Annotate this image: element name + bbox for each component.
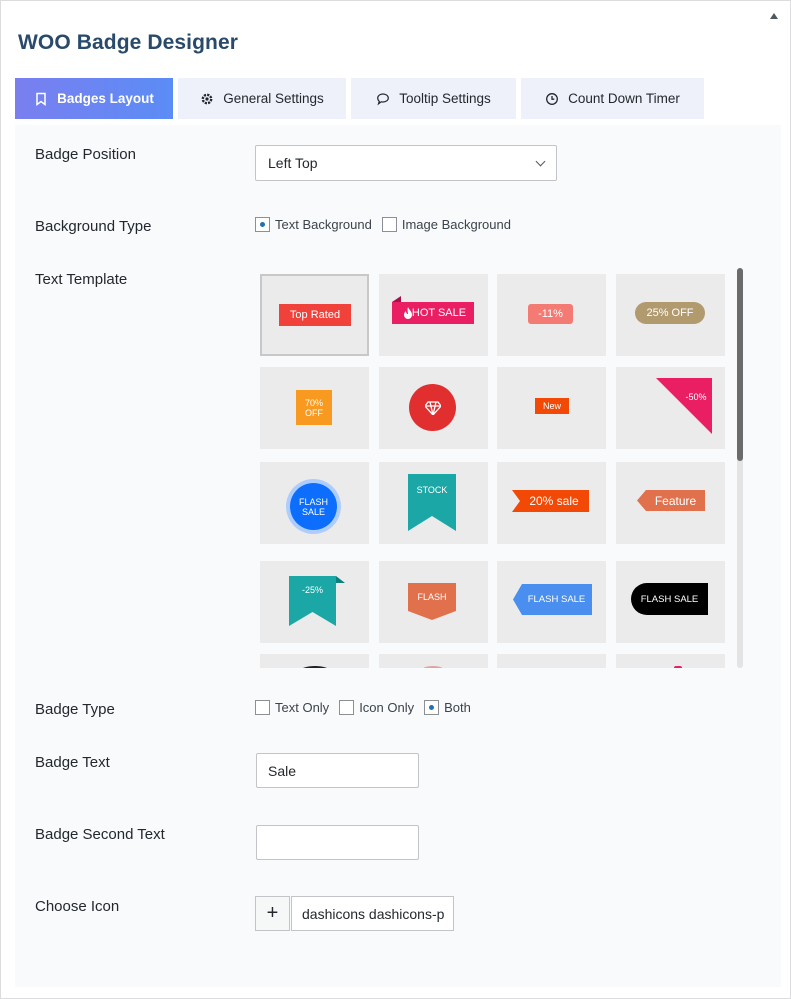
tab-tooltip-settings[interactable]: Tooltip Settings [351,78,516,119]
badge-preview: FLASH SALE [527,594,586,605]
tab-count-down-timer[interactable]: Count Down Timer [521,78,704,119]
image-background-option[interactable]: Image Background [381,217,511,232]
badge-text-input[interactable]: Sale [256,753,419,788]
badge-preview: -50% [685,392,707,402]
badge-preview: -11% [528,304,573,324]
badge-preview: 25% OFF [635,302,705,324]
template-tile-stock[interactable]: STOCK [379,462,488,544]
template-tile-partial[interactable] [616,654,725,668]
text-background-option[interactable]: Text Background [255,217,372,232]
option-label: Both [444,700,471,715]
badge-preview: 20% sale [529,494,579,508]
template-tile-flash-sale-tag[interactable]: FLASH SALE [497,561,606,643]
tab-badges-layout[interactable]: Badges Layout [15,78,173,119]
ribbon-bookmark-shape [408,474,456,531]
template-tile-partial[interactable] [497,654,606,668]
option-label: Icon Only [359,700,415,715]
text-background-checkbox[interactable] [255,217,270,232]
badge-preview: STOCK [416,485,448,495]
tab-label: Badges Layout [57,91,154,106]
both-option[interactable]: Both [424,700,471,715]
badge-position-value: Left Top [268,155,318,171]
badge-second-text-label: Badge Second Text [35,826,165,843]
chevron-down-icon [535,156,546,166]
flame-icon [404,307,412,319]
option-label: Text Background [275,217,372,232]
both-checkbox[interactable] [424,700,440,715]
option-label: Image Background [401,217,511,232]
template-tile-minus-25[interactable]: -25% [260,561,369,643]
template-tile-partial[interactable] [379,654,488,668]
badge-preview: FLASH SALE [631,583,708,615]
badge-preview: HOT SALE [392,302,474,324]
background-type-options: Text Background Image Background [255,217,521,232]
badge-preview-partial [674,666,682,668]
template-tile-partial[interactable] [260,654,369,668]
badge-preview: Feature [654,493,697,508]
speech-bubble-icon [377,92,390,105]
template-grid-scrollbar[interactable] [737,268,743,668]
badge-preview: Top Rated [279,304,351,326]
tab-label: Tooltip Settings [399,91,491,106]
badge-preview: 70% OFF [296,390,332,425]
corner-badge-shape [656,378,712,434]
template-tile-minus-50[interactable]: -50% [616,367,725,449]
badge-preview-partial [423,666,443,668]
badge-preview: New [535,398,569,414]
gear-icon [201,93,213,104]
template-grid: Top Rated HOT SALE -11% 25% OFF 70% OFF … [259,273,735,668]
option-label: Text Only [275,700,330,715]
tab-bar: Badges Layout General Settings Tooltip S… [15,78,704,119]
icon-only-option[interactable]: Icon Only [339,700,414,715]
choose-icon-label: Choose Icon [35,898,120,915]
template-tile-25-off[interactable]: 25% OFF [616,274,725,356]
icon-class-input[interactable]: dashicons dashicons-p [291,896,454,931]
badge-preview [409,384,456,431]
page-title: WOO Badge Designer [18,31,239,54]
tab-label: Count Down Timer [568,91,680,106]
collapse-arrow-icon[interactable] [770,13,778,19]
template-tile-flash-sale-pill[interactable]: FLASH SALE [616,561,725,643]
template-tile-20-sale[interactable]: 20% sale [497,462,606,544]
badge-text-label: Badge Text [35,754,110,771]
icon-only-checkbox[interactable] [339,700,355,715]
template-tile-top-rated[interactable]: Top Rated [260,274,369,356]
template-tile-flash[interactable]: FLASH [379,561,488,643]
badge-preview: FLASH [417,592,447,602]
template-tile-flash-sale-circle[interactable]: FLASH SALE [260,462,369,544]
badge-type-options: Text Only Icon Only Both [255,700,481,715]
tab-label: General Settings [223,91,324,106]
template-tile-new[interactable]: New [497,367,606,449]
badge-type-label: Badge Type [35,701,115,718]
badge-text: HOT SALE [411,307,467,319]
bookmark-icon [36,92,46,106]
template-tile-70-off[interactable]: 70% OFF [260,367,369,449]
scrollbar-thumb[interactable] [737,268,743,461]
tab-general-settings[interactable]: General Settings [178,78,346,119]
clock-icon [546,92,559,105]
template-tile-feature[interactable]: Feature [616,462,725,544]
badge-position-label: Badge Position [35,146,136,163]
badge-preview: -25% [301,585,323,595]
badge-second-text-input[interactable] [256,825,419,860]
badge-position-select[interactable]: Left Top [255,145,557,181]
template-tile-minus-11[interactable]: -11% [497,274,606,356]
template-tile-diamond[interactable] [379,367,488,449]
ribbon-fold [392,296,401,302]
badge-preview-partial [300,666,330,668]
text-template-label: Text Template [35,271,128,288]
background-type-label: Background Type [35,218,152,235]
text-only-checkbox[interactable] [255,700,270,715]
text-only-option[interactable]: Text Only [255,700,329,715]
image-background-checkbox[interactable] [381,217,397,232]
diamond-icon [424,400,441,415]
add-icon-button[interactable]: + [255,896,290,931]
badge-preview: FLASH SALE [290,483,337,530]
template-tile-hot-sale[interactable]: HOT SALE [379,274,488,356]
